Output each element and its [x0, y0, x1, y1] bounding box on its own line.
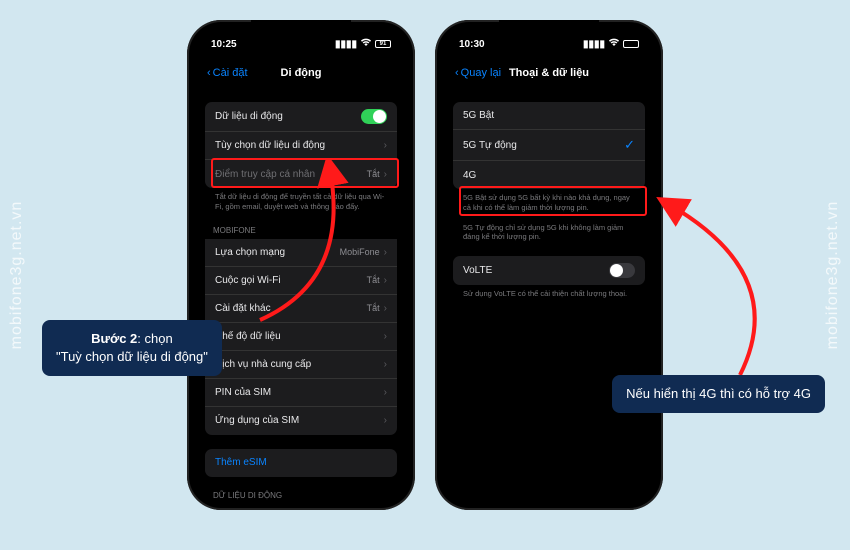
chevron-right-icon: › — [384, 359, 387, 370]
row-label: Điểm truy cập cá nhân — [215, 169, 315, 180]
row-provider[interactable]: Dịch vụ nhà cung cấp › — [205, 351, 397, 379]
toggle-volte[interactable] — [609, 263, 635, 278]
row-other[interactable]: Cài đặt khác Tắt › — [205, 295, 397, 323]
settings-list: 5G Bật 5G Tự động ✓ 4G 5G Bật sử dụng 5G… — [445, 102, 653, 299]
row-label: Cuộc gọi Wi-Fi — [215, 275, 281, 286]
notch — [251, 20, 351, 40]
status-icons: ▮▮▮▮ — [583, 38, 639, 50]
wifi-icon — [608, 38, 620, 50]
status-icons: ▮▮▮▮ 91 — [335, 38, 391, 50]
callout-text: : chọn — [137, 331, 172, 346]
phone-left: 10:25 ▮▮▮▮ 91 ‹ Cài đặt Di động — [187, 20, 415, 510]
row-sim-apps[interactable]: Ứng dụng của SIM › — [205, 407, 397, 435]
stage: 10:25 ▮▮▮▮ 91 ‹ Cài đặt Di động — [0, 0, 850, 550]
page-title: Di động — [281, 67, 322, 79]
row-label: 4G — [463, 170, 476, 181]
back-button[interactable]: ‹ Quay lại — [455, 67, 501, 79]
chevron-right-icon: › — [384, 387, 387, 398]
chevron-right-icon: › — [384, 247, 387, 258]
row-data-options[interactable]: Tùy chọn dữ liệu di động › — [205, 132, 397, 160]
row-label: Dữ liệu di động — [215, 111, 283, 122]
footnote: Tắt dữ liệu di động để truyền tất cả dữ … — [205, 188, 397, 212]
back-button[interactable]: ‹ Cài đặt — [207, 67, 248, 79]
row-label: Lựa chọn mạng — [215, 247, 285, 258]
chevron-right-icon: › — [384, 415, 387, 426]
back-label: Cài đặt — [213, 67, 248, 79]
page-title: Thoại & dữ liệu — [509, 67, 589, 79]
callout-step2: Bước 2: chọn "Tuỳ chọn dữ liệu di động" — [42, 320, 222, 376]
back-label: Quay lại — [461, 67, 501, 79]
row-label: Tùy chọn dữ liệu di động — [215, 140, 325, 151]
row-value: Tắt — [367, 169, 380, 179]
status-time: 10:25 — [211, 39, 237, 50]
group-header-data: DỮ LIỆU DI ĐỘNG — [205, 491, 397, 501]
row-mobile-data[interactable]: Dữ liệu di động — [205, 102, 397, 132]
chevron-right-icon: › — [384, 140, 387, 151]
row-4g[interactable]: 4G — [453, 161, 645, 189]
screen-right: 10:30 ▮▮▮▮ ‹ Quay lại Thoại & dữ liệu — [445, 30, 653, 500]
chevron-right-icon: › — [384, 331, 387, 342]
row-5g-auto[interactable]: 5G Tự động ✓ — [453, 130, 645, 161]
status-time: 10:30 — [459, 39, 485, 50]
row-value: Tắt — [367, 303, 380, 313]
wifi-icon — [360, 38, 372, 50]
chevron-left-icon: ‹ — [207, 67, 211, 79]
row-add-esim[interactable]: Thêm eSIM — [205, 449, 397, 477]
row-label: VoLTE — [463, 265, 492, 276]
chevron-right-icon: › — [384, 303, 387, 314]
footnote: Sử dụng VoLTE có thể cải thiện chất lượn… — [453, 285, 645, 299]
nav-bar: ‹ Quay lại Thoại & dữ liệu — [445, 58, 653, 88]
row-label: PIN của SIM — [215, 387, 271, 398]
footnote: 5G Bật sử dụng 5G bất kỳ khi nào khả dụn… — [453, 189, 645, 213]
callout-text: Nếu hiển thị 4G thì có hỗ trợ 4G — [626, 386, 811, 401]
row-label: Chế độ dữ liệu — [215, 331, 281, 342]
settings-list: Dữ liệu di động Tùy chọn dữ liệu di động… — [197, 102, 405, 500]
signal-icon: ▮▮▮▮ — [583, 39, 605, 50]
row-label: 5G Tự động — [463, 140, 517, 151]
signal-icon: ▮▮▮▮ — [335, 39, 357, 50]
notch — [499, 20, 599, 40]
row-label: 5G Bật — [463, 110, 494, 121]
row-sim-pin[interactable]: PIN của SIM › — [205, 379, 397, 407]
row-label: Dịch vụ nhà cung cấp — [215, 359, 311, 370]
check-icon: ✓ — [624, 137, 635, 153]
footnote: 5G Tự động chỉ sử dụng 5G khi không làm … — [453, 219, 645, 243]
chevron-right-icon: › — [384, 275, 387, 286]
nav-bar: ‹ Cài đặt Di động — [197, 58, 405, 88]
row-value: MobiFone — [340, 247, 380, 257]
chevron-left-icon: ‹ — [455, 67, 459, 79]
toggle-mobile-data[interactable] — [361, 109, 387, 124]
callout-text-line2: "Tuỳ chọn dữ liệu di động" — [56, 348, 208, 366]
callout-4g-support: Nếu hiển thị 4G thì có hỗ trợ 4G — [612, 375, 825, 413]
row-5g-on[interactable]: 5G Bật — [453, 102, 645, 130]
row-hotspot[interactable]: Điểm truy cập cá nhân Tắt › — [205, 160, 397, 188]
callout-bold: Bước 2 — [91, 331, 137, 346]
screen-left: 10:25 ▮▮▮▮ 91 ‹ Cài đặt Di động — [197, 30, 405, 500]
row-label: Ứng dụng của SIM — [215, 415, 299, 426]
battery-icon — [623, 40, 639, 48]
row-label: Thêm eSIM — [215, 457, 267, 468]
phone-right: 10:30 ▮▮▮▮ ‹ Quay lại Thoại & dữ liệu — [435, 20, 663, 510]
row-label: Cài đặt khác — [215, 303, 271, 314]
battery-icon: 91 — [375, 40, 391, 48]
row-wifi-calling[interactable]: Cuộc gọi Wi-Fi Tắt › — [205, 267, 397, 295]
row-data-mode[interactable]: Chế độ dữ liệu › — [205, 323, 397, 351]
row-volte[interactable]: VoLTE — [453, 256, 645, 285]
row-value: Tắt — [367, 275, 380, 285]
row-network-selection[interactable]: Lựa chọn mạng MobiFone › — [205, 239, 397, 267]
group-header-carrier: MOBIFONE — [205, 226, 397, 239]
chevron-right-icon: › — [384, 169, 387, 180]
